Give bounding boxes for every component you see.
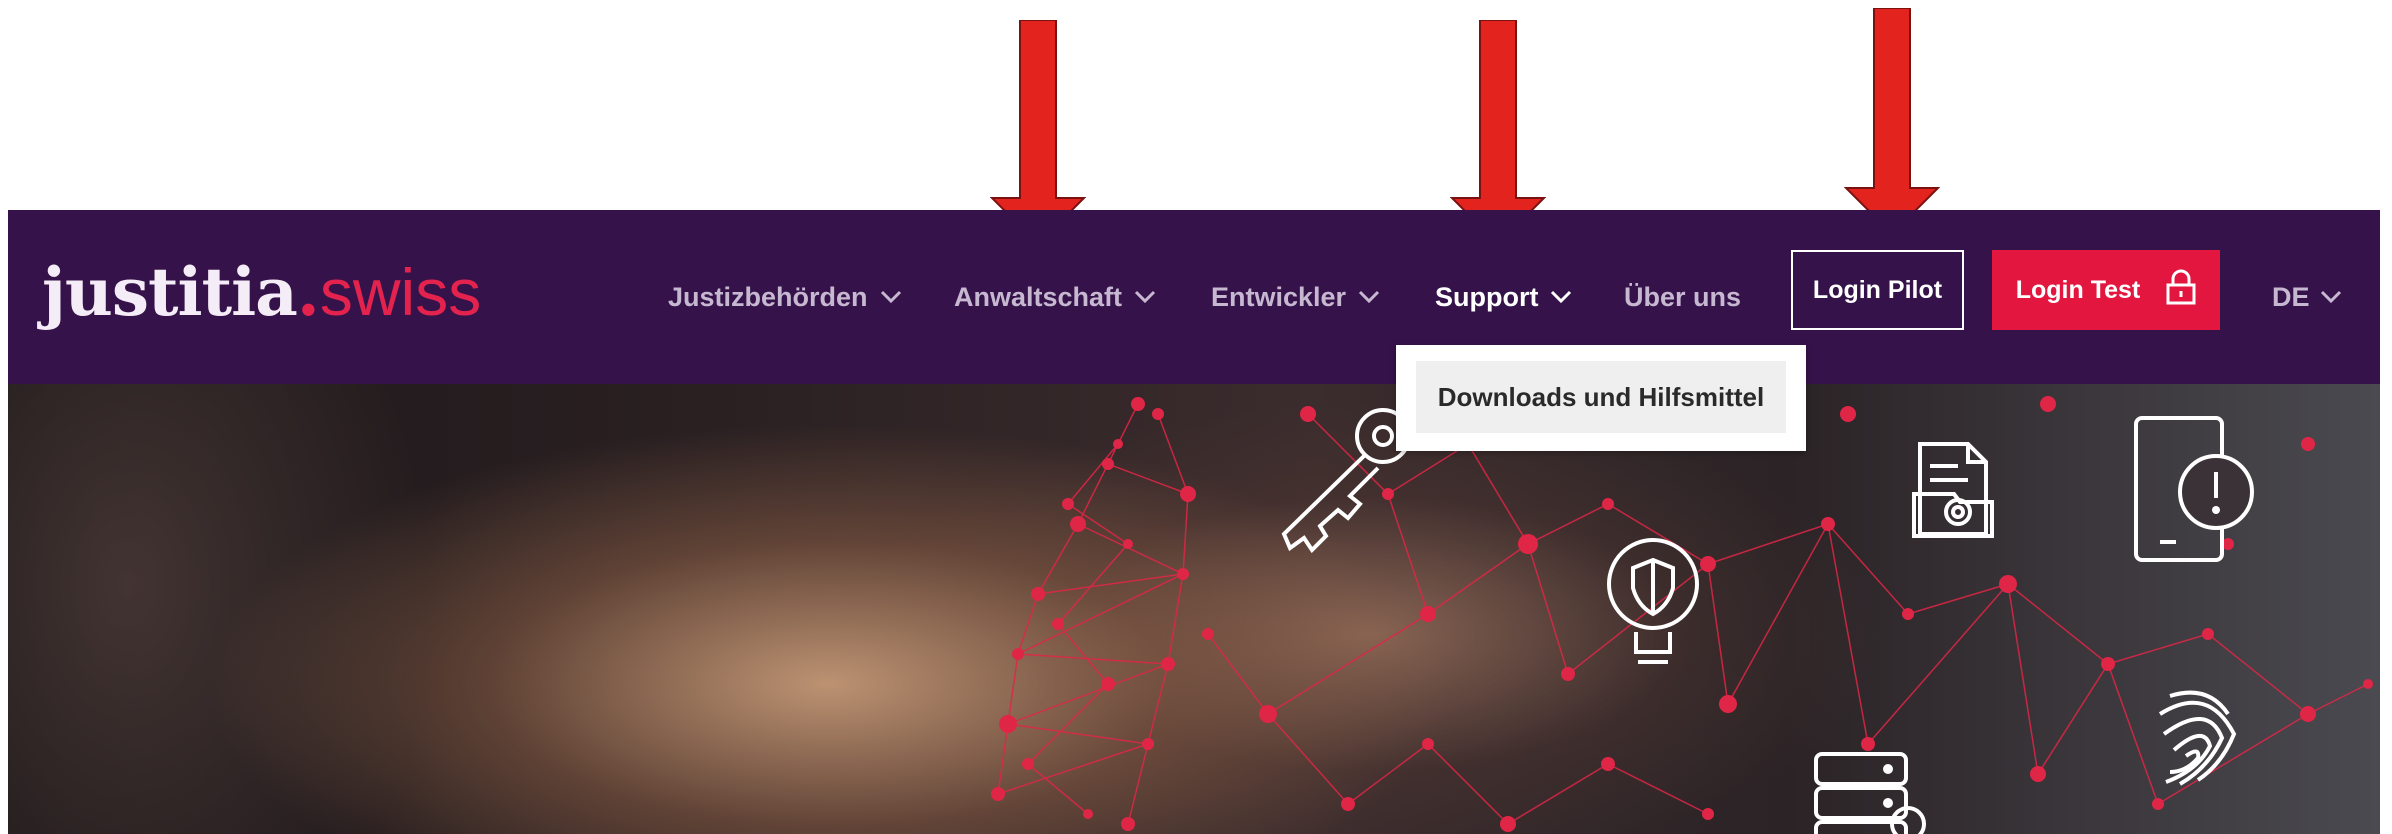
nav-item-ueber-uns[interactable]: Über uns [1624, 272, 1741, 322]
logo-text-justitia: justitia [42, 253, 298, 331]
nav-item-anwaltschaft[interactable]: Anwaltschaft [954, 272, 1156, 322]
logo-text-swiss: swiss [319, 255, 482, 329]
login-test-label: Login Test [2015, 275, 2141, 304]
key-icon [1281, 408, 1411, 554]
chevron-down-icon [2320, 290, 2342, 304]
fingerprint-icon [2158, 690, 2237, 786]
network-graphic [991, 396, 2373, 834]
hero-image [8, 384, 2380, 834]
site-header: justitia.swiss Justizbehörden Anwaltscha… [8, 210, 2380, 384]
chevron-down-icon [1134, 290, 1156, 304]
nav-item-label: Support [1435, 282, 1539, 312]
language-label: DE [2272, 282, 2310, 312]
site-logo[interactable]: justitia.swiss [42, 252, 481, 332]
login-pilot-label: Login Pilot [1812, 275, 1943, 304]
annotation-arrow-login-pilot [1843, 7, 1941, 241]
shield-bulb-icon [1607, 538, 1699, 664]
support-dropdown-menu: Downloads und Hilfsmittel [1396, 345, 1806, 451]
dropdown-item-label: Downloads und Hilfsmittel [1437, 381, 1765, 412]
logo-dot: . [296, 253, 320, 331]
login-test-button[interactable]: Login Test [1992, 250, 2220, 330]
chevron-down-icon [1358, 290, 1380, 304]
nav-item-entwickler[interactable]: Entwickler [1211, 272, 1380, 322]
lock-icon [2166, 269, 2196, 312]
login-pilot-button[interactable]: Login Pilot [1791, 250, 1964, 330]
nav-item-justizbehoerden[interactable]: Justizbehörden [668, 272, 902, 322]
nav-item-support[interactable]: Support [1435, 272, 1572, 322]
nav-item-label: Entwickler [1211, 282, 1347, 312]
nav-item-label: Justizbehörden [668, 282, 868, 312]
nav-item-label: Über uns [1624, 282, 1742, 312]
language-selector[interactable]: DE [2272, 272, 2342, 322]
chevron-down-icon [880, 290, 902, 304]
server-gear-icon [1814, 752, 1926, 834]
chevron-down-icon [1550, 290, 1572, 304]
nav-item-label: Anwaltschaft [954, 282, 1123, 312]
document-gear-icon [1912, 442, 1994, 538]
dropdown-item-downloads[interactable]: Downloads und Hilfsmittel [1416, 361, 1786, 433]
phone-alert-icon [2134, 416, 2254, 562]
